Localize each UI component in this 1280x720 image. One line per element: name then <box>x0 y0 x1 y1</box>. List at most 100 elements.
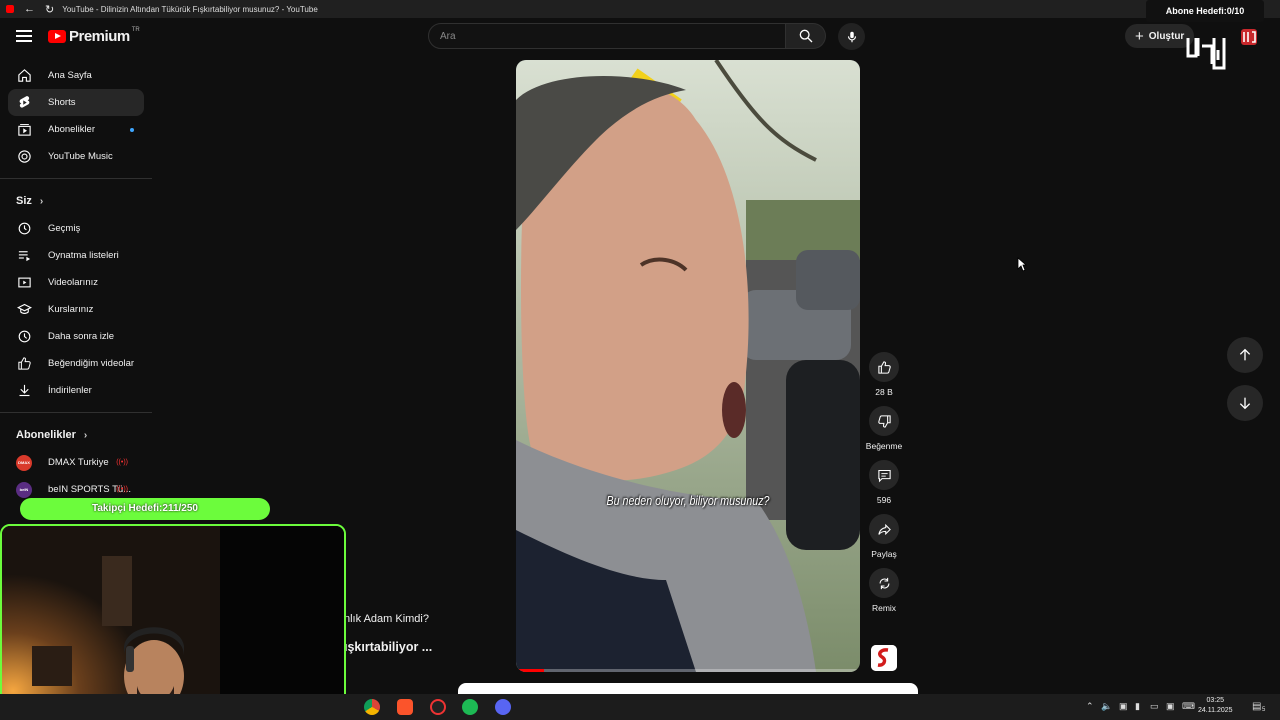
sidebar-item-home[interactable]: Ana Sayfa <box>8 62 144 89</box>
notifications-icon[interactable]: ▤ <box>1252 701 1261 712</box>
mouse-cursor-icon <box>1017 257 1027 272</box>
subscriptions-section-header[interactable]: Abonelikler › <box>0 421 152 449</box>
remix-action[interactable]: Remix <box>864 568 904 613</box>
streamer-logo-overlay <box>1186 38 1226 70</box>
keyboard-icon[interactable]: ⌨ <box>1182 701 1195 712</box>
microphone-icon <box>847 31 856 42</box>
guide-sidebar: Ana Sayfa Shorts Abonelikler YouTube Mus… <box>0 62 152 522</box>
subscriptions-section-title: Abonelikler <box>16 429 76 441</box>
reload-icon[interactable]: ↻ <box>45 3 54 16</box>
tray-app-icon[interactable]: ▣ <box>1166 701 1175 712</box>
share-button[interactable] <box>869 514 899 544</box>
sidebar-item-label: Beğendiğim videolar <box>48 358 135 369</box>
comments-action[interactable]: 596 <box>864 460 904 505</box>
obs-recording-icon[interactable] <box>430 699 446 715</box>
sidebar-item-label: İndirilenler <box>48 385 92 396</box>
dislike-button[interactable] <box>869 406 899 436</box>
sidebar-divider <box>0 178 152 179</box>
chevron-right-icon: › <box>39 195 44 207</box>
sidebar-item-watch-later[interactable]: Daha sonra izle <box>8 323 144 350</box>
search-button[interactable] <box>786 23 826 49</box>
webcam-overlay <box>0 524 346 718</box>
previous-short-button[interactable] <box>1227 337 1263 373</box>
background-video-title[interactable]: nlık Adam Kimdi? <box>344 613 429 625</box>
sound-thumbnail[interactable] <box>871 645 897 671</box>
next-short-button[interactable] <box>1227 385 1263 421</box>
history-icon <box>16 221 32 237</box>
network-icon[interactable]: ▭ <box>1150 701 1159 712</box>
plus-icon: + <box>1135 27 1144 45</box>
remix-button[interactable] <box>869 568 899 598</box>
clock-time: 03:25 <box>1206 697 1225 704</box>
channel-avatar: DMAX <box>16 454 32 471</box>
search-input[interactable]: Ara <box>428 23 786 49</box>
tray-app-icon[interactable]: ▣ <box>1119 701 1128 712</box>
watch-later-icon <box>16 329 32 345</box>
youtube-play-icon <box>48 30 66 43</box>
voice-search-button[interactable] <box>838 23 865 50</box>
shorts-video-player[interactable]: Bu neden oluyor, biliyor musunuz? <box>516 60 860 672</box>
taskbar-clock[interactable]: 03:25 24.11.2025 <box>1198 696 1233 716</box>
sidebar-item-label: Daha sonra izle <box>48 331 115 342</box>
menu-icon[interactable] <box>16 30 32 42</box>
comments-button[interactable] <box>869 460 899 490</box>
live-icon: ((•)) <box>116 486 128 493</box>
brave-icon[interactable] <box>397 699 413 715</box>
sidebar-item-courses[interactable]: Kurslarınız <box>8 296 144 323</box>
video-progress-bar[interactable] <box>516 669 860 672</box>
subscriptions-icon <box>16 122 32 138</box>
arrow-down-icon <box>1239 397 1251 410</box>
sidebar-item-label: Shorts <box>48 97 76 108</box>
tray-mic-icon[interactable]: ▮ <box>1135 701 1140 712</box>
sidebar-item-downloads[interactable]: İndirilenler <box>8 377 144 404</box>
notification-count: 5 <box>1262 707 1266 713</box>
you-section-title: Siz <box>16 195 32 207</box>
sidebar-item-label: Videolarınız <box>48 277 98 288</box>
chrome-icon[interactable] <box>364 699 380 715</box>
like-button[interactable] <box>869 352 899 382</box>
sidebar-item-label: Kurslarınız <box>48 304 94 315</box>
sidebar-item-your-videos[interactable]: Videolarınız <box>8 269 144 296</box>
clock-date: 24.11.2025 <box>1198 707 1233 714</box>
follower-goal-overlay: Takipçi Hedefi:211/250 <box>20 498 270 520</box>
sidebar-item-label: YouTube Music <box>48 151 113 162</box>
share-action[interactable]: Paylaş <box>864 514 904 559</box>
share-label: Paylaş <box>871 549 897 559</box>
volume-icon[interactable]: 🔈 <box>1101 701 1112 712</box>
you-section-header[interactable]: Siz › <box>0 187 152 215</box>
music-icon <box>16 149 32 165</box>
browser-titlebar: ← ↻ YouTube - Dilinizin Altından Tükürük… <box>0 0 1280 18</box>
new-content-dot <box>130 127 134 132</box>
comment-count: 596 <box>876 495 892 505</box>
sidebar-item-youtube-music[interactable]: YouTube Music <box>8 143 144 170</box>
like-action[interactable]: 28 B <box>864 352 904 397</box>
tray-chevron-icon[interactable]: ⌃ <box>1086 701 1094 712</box>
sidebar-item-label: Abonelikler <box>48 124 95 135</box>
account-avatar[interactable] <box>1240 28 1258 46</box>
video-progress-fill <box>516 669 544 672</box>
subscriber-goal-overlay: Abone Hedefi:0/10 <box>1146 0 1264 22</box>
video-subtitle: Bu neden oluyor, biliyor musunuz? <box>606 493 770 508</box>
dislike-action[interactable]: Beğenme <box>864 406 904 451</box>
sound-logo-icon <box>871 645 897 671</box>
create-label: Oluştur <box>1148 30 1185 42</box>
remix-icon <box>879 577 889 589</box>
courses-icon <box>16 302 32 318</box>
background-video-title[interactable]: ışkırtabiliyor ... <box>344 640 432 654</box>
sidebar-item-subscriptions[interactable]: Abonelikler <box>8 116 144 143</box>
windows-taskbar: ⌃ 🔈 ▣ ▮ ▭ ▣ ⌨ 03:25 24.11.2025 ▤ 5 <box>0 694 1280 720</box>
sidebar-item-label: Ana Sayfa <box>48 70 92 81</box>
window-title: YouTube - Dilinizin Altından Tükürük Fış… <box>62 4 318 14</box>
channel-avatar: beIN <box>16 481 32 498</box>
sidebar-item-liked-videos[interactable]: Beğendiğim videolar <box>8 350 144 377</box>
youtube-premium-logo[interactable]: Premium TR <box>48 27 140 45</box>
sidebar-item-history[interactable]: Geçmiş <box>8 215 144 242</box>
sidebar-channel-dmax[interactable]: DMAX DMAX Turkiye ((•)) <box>8 449 144 476</box>
masthead: Premium TR Ara + Oluştur <box>0 18 1280 56</box>
spotify-icon[interactable] <box>462 699 478 715</box>
back-icon[interactable]: ← <box>24 3 35 15</box>
channel-name: DMAX Turkiye <box>48 457 109 468</box>
discord-icon[interactable] <box>495 699 511 715</box>
sidebar-item-shorts[interactable]: Shorts <box>8 89 144 116</box>
sidebar-item-playlists[interactable]: Oynatma listeleri <box>8 242 144 269</box>
